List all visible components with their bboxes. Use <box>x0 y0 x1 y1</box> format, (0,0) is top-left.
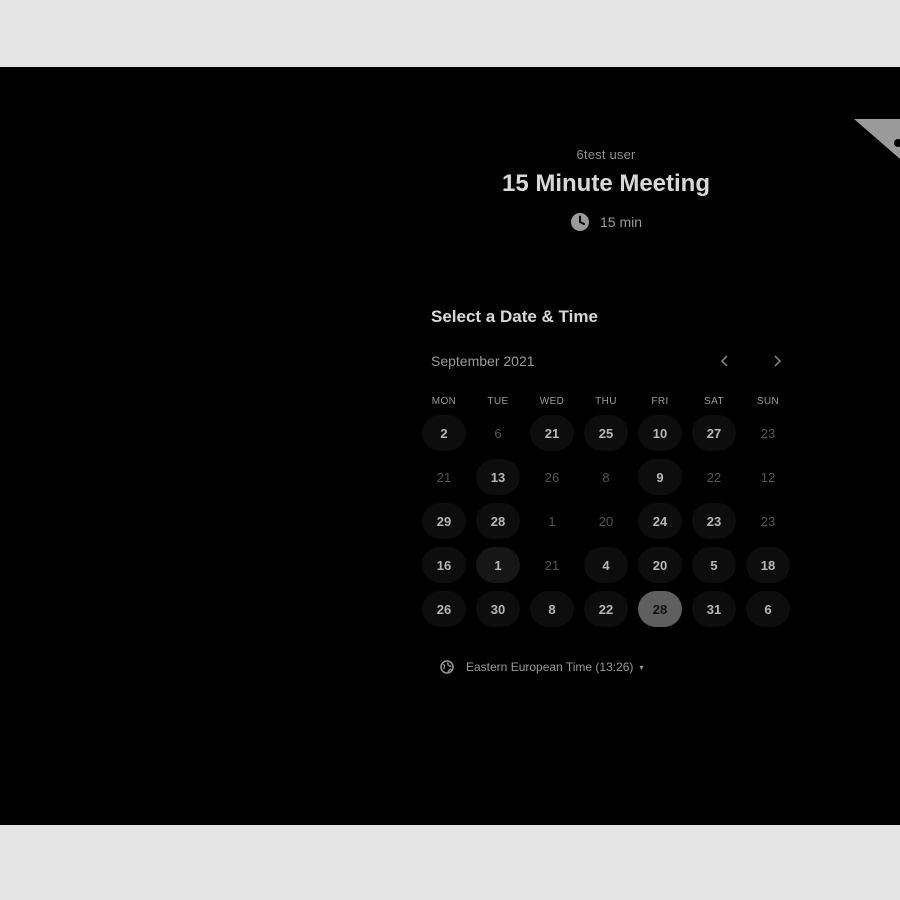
calendar-day: 20 <box>579 499 633 543</box>
calendar-day[interactable]: 10 <box>633 411 687 455</box>
calendar-day-number: 24 <box>638 503 682 539</box>
globe-icon <box>440 660 454 674</box>
calendar-day[interactable]: 24 <box>633 499 687 543</box>
calendar-day[interactable]: 22 <box>579 587 633 631</box>
section-title: Select a Date & Time <box>431 307 598 326</box>
calendar-day-number: 20 <box>638 547 682 583</box>
calendar-day: 12 <box>741 455 795 499</box>
calendar-day: 23 <box>741 499 795 543</box>
calendar-day[interactable]: 23 <box>687 499 741 543</box>
calendar-day[interactable]: 29 <box>417 499 471 543</box>
calendar-day-number: 23 <box>760 425 776 441</box>
calendar-day[interactable]: 16 <box>417 543 471 587</box>
calendar-day-number: 5 <box>692 547 736 583</box>
calendar-grid: 2 6 21 25 10 27 23 21 13 26 8 9 22 12 29 28 1 20 24 23 23 16 1… <box>417 411 797 631</box>
calendar-day-number: 31 <box>692 591 736 627</box>
calendar-day-number: 9 <box>638 459 682 495</box>
calendar-day-number: 30 <box>476 591 520 627</box>
calendar-day: 26 <box>525 455 579 499</box>
next-month-button[interactable] <box>767 351 787 371</box>
calendar-day[interactable]: 30 <box>471 587 525 631</box>
timezone-label: Eastern European Time (13:26) <box>466 660 634 674</box>
calendar-day-number: 13 <box>476 459 520 495</box>
calendar-day-number: 16 <box>422 547 466 583</box>
weekday-label: TUE <box>487 396 509 407</box>
calendar-day[interactable]: 31 <box>687 587 741 631</box>
calendar-day-number: 28 <box>638 591 682 627</box>
calendar-day[interactable]: 20 <box>633 543 687 587</box>
calendar-day-number: 12 <box>760 469 776 485</box>
weekday-label: THU <box>595 396 617 407</box>
calendar-day-number: 10 <box>638 415 682 451</box>
chevron-right-icon <box>774 355 782 367</box>
calendar-day[interactable]: 18 <box>741 543 795 587</box>
calendar-day[interactable]: 21 <box>525 411 579 455</box>
month-navigation: September 2021 <box>431 353 791 371</box>
calendar-day: 23 <box>741 411 795 455</box>
calendar-day-number: 25 <box>584 415 628 451</box>
calendar-day[interactable]: 4 <box>579 543 633 587</box>
calendar-day[interactable]: 5 <box>687 543 741 587</box>
calendar-day[interactable]: 25 <box>579 411 633 455</box>
corner-ribbon-badge[interactable] <box>854 119 900 159</box>
calendar-day-number: 4 <box>584 547 628 583</box>
calendar-day-number: 20 <box>598 513 614 529</box>
weekday-label: WED <box>539 396 565 407</box>
event-duration: 15 min <box>406 212 806 232</box>
calendar-day[interactable]: 6 <box>741 587 795 631</box>
calendar-day-number: 8 <box>530 591 574 627</box>
calendar-day-number: 6 <box>494 425 502 441</box>
calendar-day-number: 26 <box>544 469 560 485</box>
previous-month-button[interactable] <box>715 351 735 371</box>
calendar-day[interactable]: 27 <box>687 411 741 455</box>
weekday-label: FRI <box>651 396 669 407</box>
weekday-label: SAT <box>704 396 724 407</box>
calendar-day[interactable]: 28 <box>471 499 525 543</box>
calendar-day-number: 22 <box>584 591 628 627</box>
calendar-day-selected[interactable]: 28 <box>633 587 687 631</box>
clock-icon <box>570 213 589 231</box>
weekday-label: SUN <box>756 396 780 407</box>
booking-page: 6test user 15 Minute Meeting 15 min Sele… <box>0 67 900 825</box>
calendar-day-number: 23 <box>692 503 736 539</box>
calendar-day[interactable]: 8 <box>525 587 579 631</box>
calendar-day[interactable]: 1 <box>471 543 525 587</box>
calendar-day[interactable]: 13 <box>471 455 525 499</box>
calendar-day-number: 1 <box>476 547 520 583</box>
calendar-day-number: 6 <box>746 591 790 627</box>
calendar-day-number: 22 <box>706 469 722 485</box>
weekday-header: MON TUE WED THU FRI SAT SUN <box>417 396 797 407</box>
calendar-day[interactable]: 9 <box>633 455 687 499</box>
event-title: 15 Minute Meeting <box>501 170 711 197</box>
calendar-day-number: 29 <box>422 503 466 539</box>
calendar-day-number: 21 <box>544 557 560 573</box>
calendar-day: 21 <box>417 455 471 499</box>
month-label: September 2021 <box>431 353 535 369</box>
calendar-day-number: 28 <box>476 503 520 539</box>
calendar-day-number: 27 <box>692 415 736 451</box>
calendar-day-number: 21 <box>530 415 574 451</box>
calendar-day: 1 <box>525 499 579 543</box>
event-header: 6test user 15 Minute Meeting 15 min <box>406 147 806 232</box>
calendar-day-number: 18 <box>746 547 790 583</box>
calendar-day-number: 26 <box>422 591 466 627</box>
caret-down-icon: ▾ <box>639 662 644 672</box>
calendar-day: 22 <box>687 455 741 499</box>
weekday-label: MON <box>431 396 457 407</box>
calendar-day[interactable]: 2 <box>417 411 471 455</box>
calendar-day-number: 1 <box>548 513 556 529</box>
calendar-day[interactable]: 26 <box>417 587 471 631</box>
calendar-day-number: 21 <box>436 469 452 485</box>
calendar-day: 21 <box>525 543 579 587</box>
timezone-selector[interactable]: Eastern European Time (13:26) ▾ <box>440 660 643 674</box>
calendar-day: 6 <box>471 411 525 455</box>
calendar-day-number: 8 <box>602 469 610 485</box>
organizer-name: 6test user <box>576 147 636 162</box>
calendar-day: 8 <box>579 455 633 499</box>
calendar-day-number: 2 <box>422 415 466 451</box>
chevron-left-icon <box>720 355 728 367</box>
calendar-day-number: 23 <box>760 513 776 529</box>
duration-label: 15 min <box>599 214 643 230</box>
